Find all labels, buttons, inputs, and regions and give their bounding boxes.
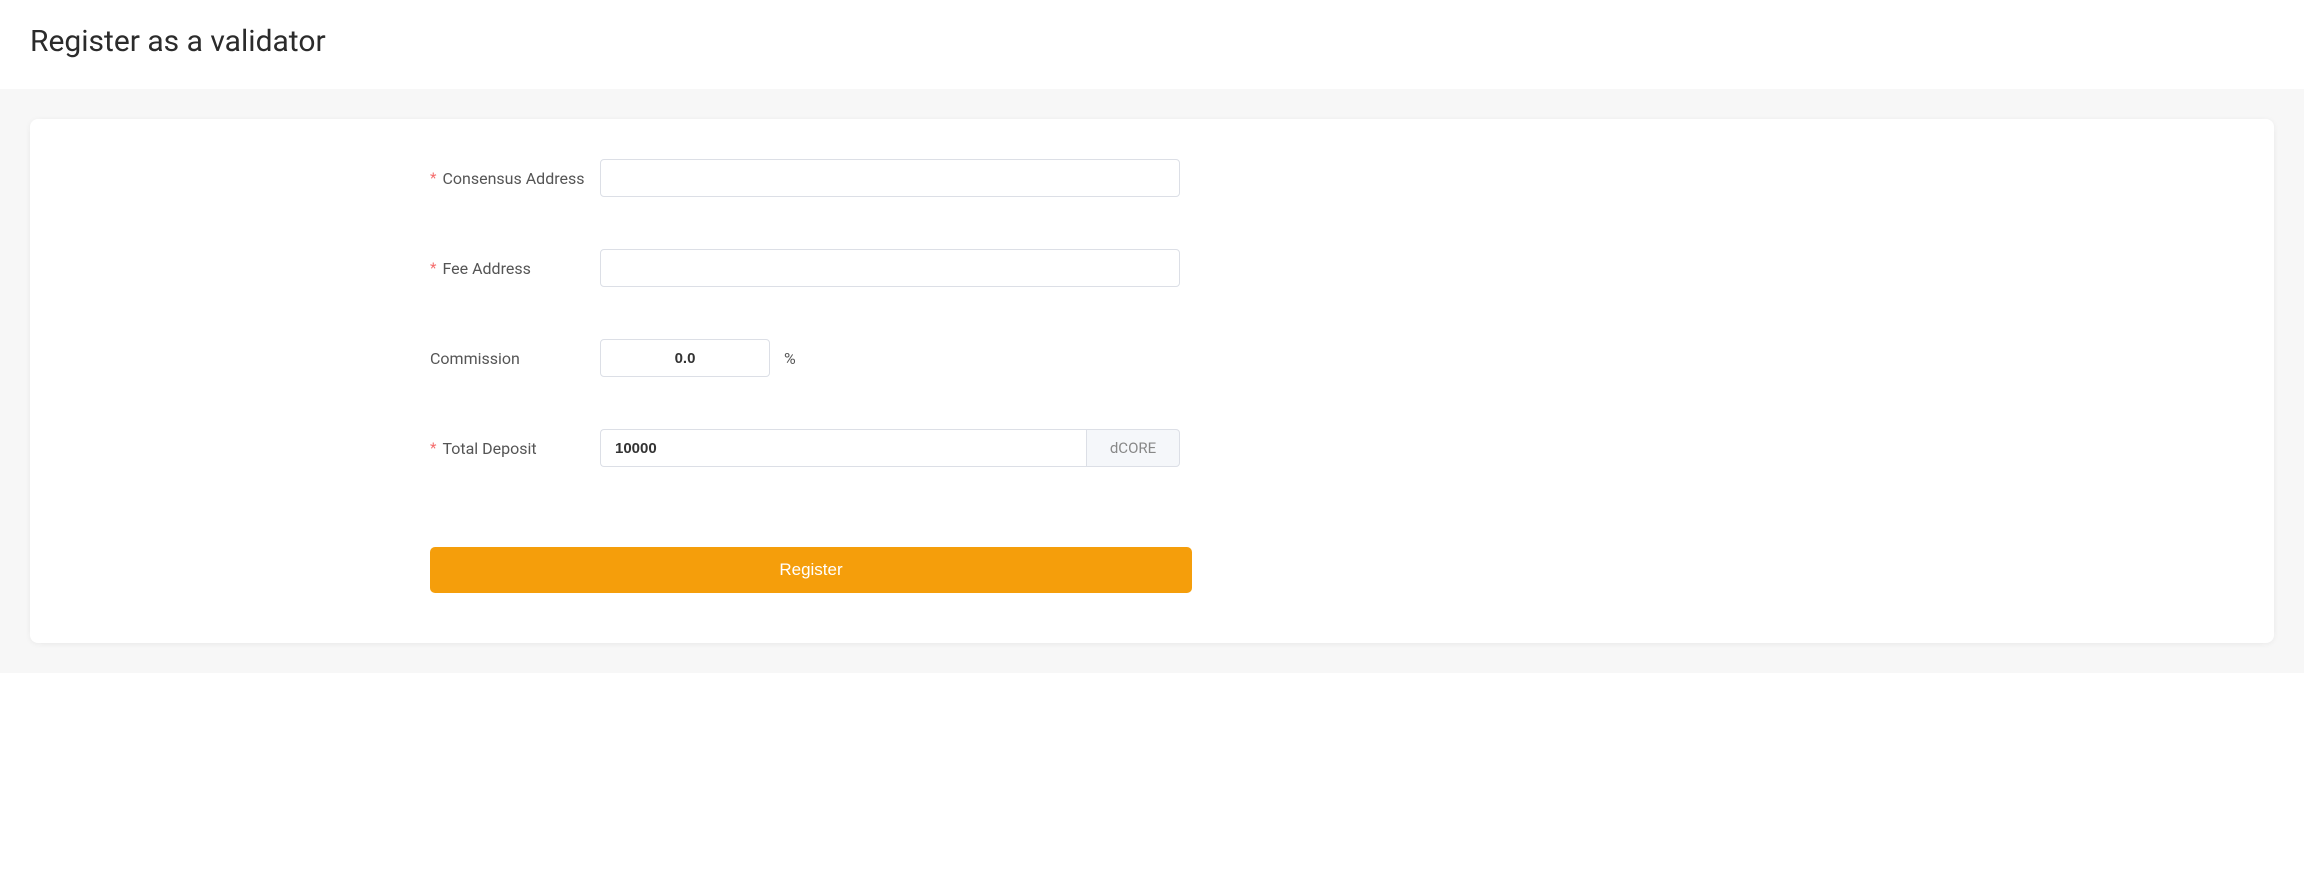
consensus-address-label: Consensus Address	[442, 169, 584, 188]
page-background: * Consensus Address * Fee Address Commis…	[0, 89, 2304, 673]
commission-suffix: %	[784, 349, 796, 368]
commission-row: Commission %	[30, 339, 2274, 377]
deposit-input-group: dCORE	[600, 429, 1180, 467]
total-deposit-row: * Total Deposit dCORE	[30, 429, 2274, 467]
commission-label: Commission	[430, 349, 520, 368]
required-star-icon: *	[430, 439, 436, 457]
fee-address-label-cell: * Fee Address	[30, 259, 600, 278]
consensus-address-row: * Consensus Address	[30, 159, 2274, 197]
total-deposit-label: Total Deposit	[442, 439, 536, 458]
consensus-address-input[interactable]	[600, 159, 1180, 197]
fee-address-input-cell	[600, 249, 1180, 287]
total-deposit-label-cell: * Total Deposit	[30, 439, 600, 458]
deposit-unit-addon: dCORE	[1086, 429, 1180, 467]
register-button[interactable]: Register	[430, 547, 1192, 593]
commission-input-cell: %	[600, 339, 796, 377]
fee-address-label: Fee Address	[442, 259, 530, 278]
commission-input[interactable]	[600, 339, 770, 377]
fee-address-input[interactable]	[600, 249, 1180, 287]
page-header: Register as a validator	[0, 0, 2304, 89]
total-deposit-input-cell: dCORE	[600, 429, 1180, 467]
button-row: Register	[30, 547, 2274, 593]
commission-label-cell: Commission	[30, 349, 600, 368]
required-star-icon: *	[430, 169, 436, 187]
fee-address-row: * Fee Address	[30, 249, 2274, 287]
total-deposit-input[interactable]	[600, 429, 1086, 467]
required-star-icon: *	[430, 259, 436, 277]
page-title: Register as a validator	[30, 24, 2274, 59]
consensus-address-input-cell	[600, 159, 1180, 197]
form-card: * Consensus Address * Fee Address Commis…	[30, 119, 2274, 643]
consensus-address-label-cell: * Consensus Address	[30, 169, 600, 188]
